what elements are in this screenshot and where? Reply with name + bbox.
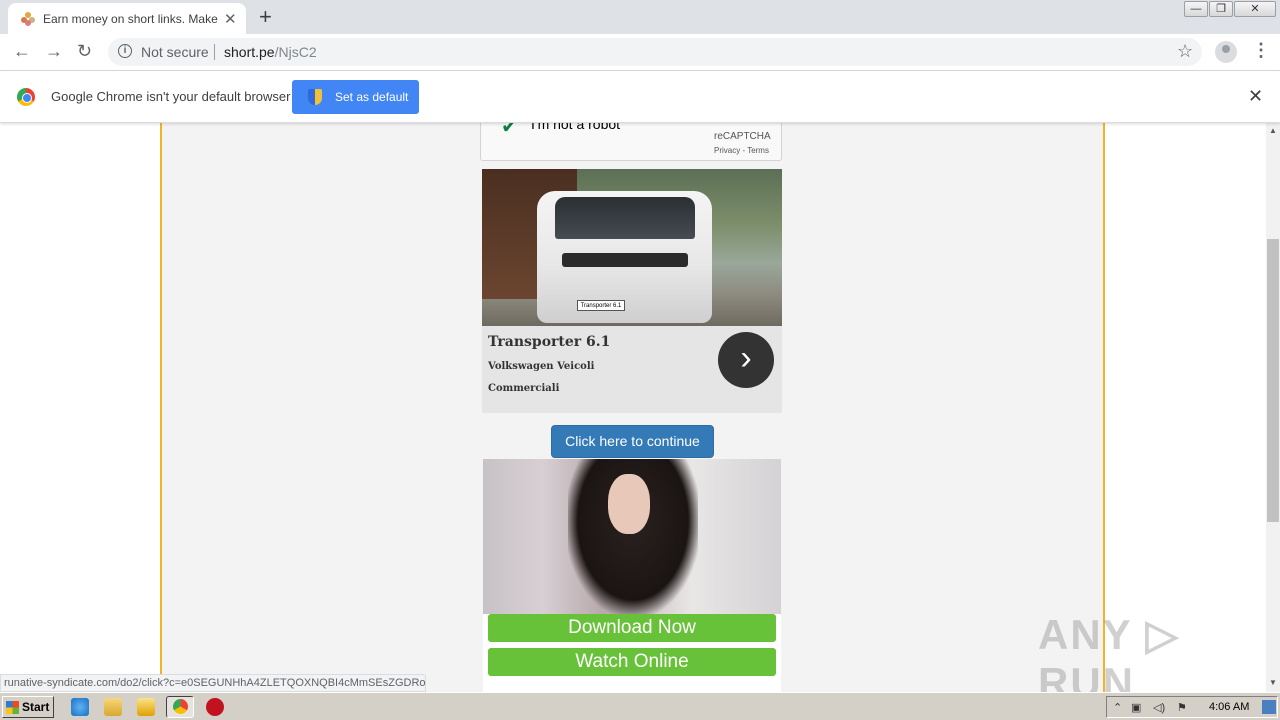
bookmark-star-icon[interactable]: ☆: [1177, 41, 1193, 62]
download-now-button[interactable]: Download Now: [488, 614, 776, 642]
address-bar[interactable]: i Not secure short.pe/NjsC2 ☆: [108, 38, 1202, 66]
restore-button[interactable]: ❐: [1209, 1, 1233, 17]
set-as-default-button[interactable]: Set as default: [292, 80, 419, 114]
scroll-up-icon[interactable]: ▲: [1269, 126, 1277, 135]
photo-face: [608, 474, 650, 534]
browser-tab[interactable]: Earn money on short links. Make sho ✕: [8, 3, 246, 34]
tab-strip: Earn money on short links. Make sho ✕ + …: [0, 0, 1280, 34]
captcha-label: I'm not a robot: [531, 123, 621, 132]
site-favicon-icon: [21, 12, 35, 26]
grill-shape: [562, 253, 688, 267]
file-explorer-icon[interactable]: [104, 698, 122, 716]
vertical-scrollbar[interactable]: ▲ ▼: [1266, 123, 1280, 692]
shield-icon: [308, 89, 322, 105]
windows-taskbar: Start ⌃ ▣ ◁) ⚑ 4:06 AM: [0, 692, 1280, 720]
tab-close-icon[interactable]: ✕: [224, 10, 237, 28]
web-page: ✔ I'm not a robot reCAPTCHA Privacy - Te…: [0, 123, 1266, 692]
video-advertisement[interactable]: Download Now Watch Online: [483, 459, 781, 692]
opera-icon[interactable]: [206, 698, 224, 716]
url-path: /NjsC2: [274, 44, 317, 60]
start-label: Start: [22, 700, 50, 714]
chrome-logo-icon: [17, 88, 35, 106]
profile-avatar-icon[interactable]: [1215, 41, 1237, 63]
window-close-button[interactable]: ✕: [1234, 1, 1276, 17]
ad-title[interactable]: Transporter 6.1: [488, 334, 610, 350]
anyrun-watermark: ANY ▷ RUN: [1038, 611, 1180, 692]
browser-toolbar: ← → ↻ i Not secure short.pe/NjsC2 ☆ ⋮: [0, 34, 1280, 71]
chrome-icon: [173, 699, 188, 714]
volume-icon[interactable]: ◁): [1153, 701, 1165, 714]
clock[interactable]: 4:06 AM: [1209, 701, 1249, 713]
back-button[interactable]: ←: [13, 41, 31, 62]
chrome-taskbar-button[interactable]: [166, 696, 194, 718]
media-player-icon[interactable]: [137, 698, 155, 716]
chevron-right-icon[interactable]: ›: [718, 332, 774, 388]
status-bar-url: runative-syndicate.com/do2/click?c=e0SEG…: [0, 674, 426, 692]
windows-logo-icon: [6, 701, 19, 714]
set-as-default-label: Set as default: [335, 90, 409, 104]
van-ad-image[interactable]: Transporter 6.1: [482, 169, 782, 326]
recaptcha-widget[interactable]: ✔ I'm not a robot reCAPTCHA Privacy - Te…: [480, 123, 782, 161]
system-tray: ⌃ ▣ ◁) ⚑ 4:06 AM: [1106, 696, 1278, 718]
internet-explorer-icon[interactable]: [71, 698, 89, 716]
scroll-down-icon[interactable]: ▼: [1269, 678, 1277, 687]
show-desktop-icon[interactable]: [1262, 700, 1276, 714]
reload-button[interactable]: ↻: [77, 41, 92, 62]
windshield-shape: [555, 197, 695, 239]
tray-expand-icon[interactable]: ⌃: [1113, 701, 1122, 714]
ad-photo[interactable]: [483, 459, 781, 614]
scrollbar-thumb[interactable]: [1267, 239, 1279, 522]
continue-button[interactable]: Click here to continue: [551, 425, 714, 458]
address-separator: [214, 44, 215, 60]
default-browser-infobar: Google Chrome isn't your default browser…: [0, 71, 1280, 123]
url-text[interactable]: short.pe/NjsC2: [224, 44, 317, 60]
ad-subtitle[interactable]: Volkswagen Veicoli Commerciali: [488, 356, 608, 400]
tab-title: Earn money on short links. Make sho: [43, 12, 218, 26]
info-icon[interactable]: i: [118, 44, 132, 58]
forward-button[interactable]: →: [45, 41, 63, 62]
infobar-close-icon[interactable]: ✕: [1248, 86, 1263, 107]
url-host: short.pe: [224, 44, 275, 60]
chrome-menu-icon[interactable]: ⋮: [1252, 40, 1270, 61]
new-tab-button[interactable]: +: [259, 4, 272, 30]
infobar-message: Google Chrome isn't your default browser: [51, 89, 291, 104]
checkmark-icon: ✔: [501, 123, 518, 138]
flag-icon[interactable]: ⚑: [1177, 701, 1187, 714]
minimize-button[interactable]: —: [1184, 1, 1208, 17]
license-plate: Transporter 6.1: [577, 300, 625, 311]
recaptcha-brand: reCAPTCHA: [714, 131, 771, 142]
start-button[interactable]: Start: [2, 696, 54, 718]
watch-online-button[interactable]: Watch Online: [488, 648, 776, 676]
van-advertisement[interactable]: Transporter 6.1 Transporter 6.1 Volkswag…: [482, 169, 782, 413]
recaptcha-links[interactable]: Privacy - Terms: [714, 146, 769, 155]
security-label: Not secure: [141, 44, 209, 60]
network-icon[interactable]: ▣: [1131, 701, 1141, 714]
